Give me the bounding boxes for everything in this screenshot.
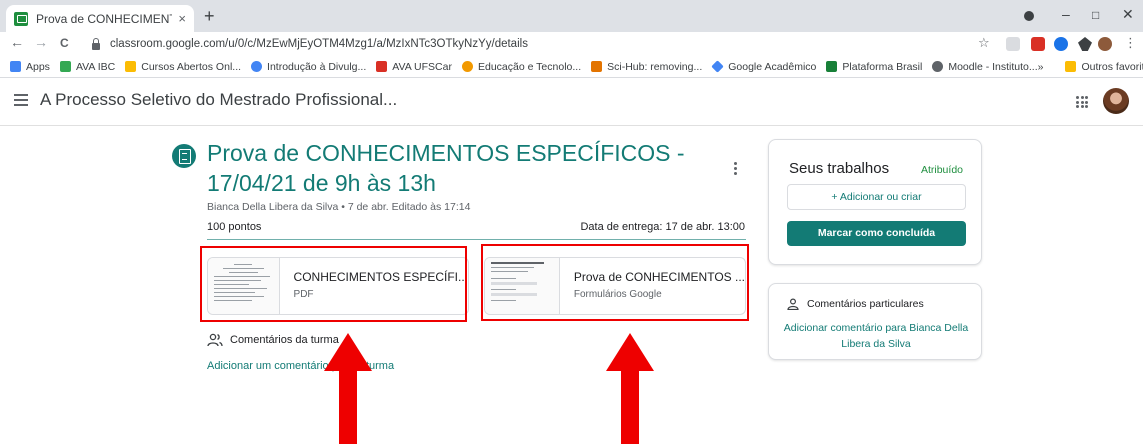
browser-menu-icon[interactable]: ⋮ — [1124, 35, 1137, 51]
bookmark-favicon-icon — [932, 61, 944, 72]
minimize-button[interactable]: – — [1062, 6, 1070, 22]
bookmark-label: AVA IBC — [75, 60, 116, 73]
bookmark-favicon-icon — [376, 61, 388, 72]
your-work-card: Seus trabalhos Atribuído + Adicionar ou … — [768, 139, 982, 265]
classroom-favicon-icon — [14, 11, 28, 26]
forward-button[interactable]: → — [34, 34, 48, 50]
bookmarks-overflow-button[interactable]: » — [1038, 61, 1044, 73]
bookmark-favicon-icon — [826, 61, 838, 72]
bookmark-favicon-icon — [461, 61, 473, 72]
highlight-box-pdf — [200, 246, 467, 322]
profile-avatar-icon[interactable] — [1098, 37, 1112, 51]
assignment-icon — [172, 144, 196, 168]
google-apps-icon[interactable] — [1076, 96, 1088, 108]
add-private-comment-link[interactable]: Adicionar comentário para Bianca Della L… — [783, 320, 969, 352]
class-comments-label: Comentários da turma — [230, 334, 339, 346]
tab-title: Prova de CONHECIMENTOS ESPE — [36, 11, 172, 26]
bookmark-label: Educação e Tecnolo... — [477, 60, 582, 73]
reload-button[interactable]: C — [60, 36, 69, 50]
private-comments-title: Comentários particulares — [807, 298, 924, 310]
bookmark-item[interactable]: Moodle - Instituto... — [932, 60, 1038, 73]
bookmark-favicon-icon — [59, 61, 71, 72]
bookmarks-bar: Apps AVA IBC Cursos Abertos Onl... Intro… — [0, 56, 1143, 78]
browser-tab[interactable]: Prova de CONHECIMENTOS ESPE × — [6, 5, 194, 32]
assignment-meta: Bianca Della Libera da Silva • 7 de abr.… — [207, 201, 471, 213]
add-or-create-button[interactable]: + Adicionar ou criar — [787, 184, 966, 210]
lock-icon — [92, 37, 100, 50]
maximize-button[interactable]: □ — [1092, 8, 1099, 22]
browser-navbar: ← → C classroom.google.com/u/0/c/MzEwMjE… — [0, 32, 1143, 56]
other-bookmarks[interactable]: Outros favoritos — [1065, 61, 1143, 73]
bookmark-item[interactable]: Educação e Tecnolo... — [461, 60, 582, 73]
red-arrow-up-icon — [606, 333, 654, 444]
bookmark-star-icon[interactable]: ☆ — [978, 35, 990, 51]
assignment-title: Prova de CONHECIMENTOS ESPECÍFICOS - 17/… — [207, 140, 685, 196]
highlight-box-form — [481, 244, 749, 321]
extension-icon[interactable] — [1031, 37, 1045, 51]
bookmark-item[interactable]: Google Acadêmico — [711, 60, 817, 73]
bookmark-label: Moodle - Instituto... — [948, 60, 1038, 73]
class-title[interactable]: A Processo Seletivo do Mestrado Profissi… — [40, 90, 397, 110]
bookmark-label: Google Acadêmico — [728, 60, 817, 73]
person-icon — [787, 298, 799, 310]
bookmark-item[interactable]: AVA IBC — [59, 60, 116, 73]
divider — [207, 239, 746, 240]
mark-as-done-button[interactable]: Marcar como concluída — [787, 221, 966, 246]
bookmark-item[interactable]: AVA UFSCar — [376, 61, 452, 73]
classroom-header: A Processo Seletivo do Mestrado Profissi… — [0, 78, 1143, 126]
main-menu-icon[interactable] — [14, 94, 28, 109]
bookmark-label: Plataforma Brasil — [842, 60, 923, 73]
close-tab-icon[interactable]: × — [178, 11, 186, 26]
folder-icon — [1065, 61, 1077, 72]
extension-icon[interactable] — [1006, 37, 1020, 51]
bookmark-label: Apps — [26, 60, 50, 73]
back-button[interactable]: ← — [10, 34, 24, 50]
bookmark-item[interactable]: Sci-Hub: removing... — [591, 61, 702, 73]
your-work-title: Seus trabalhos — [789, 160, 890, 177]
bookmark-favicon-icon — [711, 60, 724, 73]
bookmark-item[interactable]: Cursos Abertos Onl... — [125, 61, 241, 73]
browser-tab-strip: Prova de CONHECIMENTOS ESPE × + – □ ✕ — [0, 0, 1143, 32]
bookmark-label: Sci-Hub: removing... — [607, 60, 703, 73]
people-icon — [207, 333, 223, 347]
bookmark-favicon-icon — [251, 61, 263, 72]
extension-icon[interactable] — [1054, 37, 1068, 51]
close-window-button[interactable]: ✕ — [1122, 6, 1134, 23]
status-badge: Atribuído — [920, 164, 963, 176]
bookmark-label: AVA UFSCar — [392, 60, 452, 73]
avatar[interactable] — [1103, 88, 1129, 114]
red-arrow-up-icon — [324, 333, 372, 444]
assignment-points: 100 pontos — [207, 221, 262, 233]
apps-grid-icon — [10, 61, 21, 72]
bookmark-item[interactable]: Plataforma Brasil — [826, 61, 922, 73]
bookmark-label: Introdução à Divulg... — [267, 60, 367, 73]
bookmark-item[interactable]: Introdução à Divulg... — [251, 61, 366, 73]
address-bar[interactable]: classroom.google.com/u/0/c/MzEwMjEyOTM4M… — [82, 33, 1002, 55]
bookmark-favicon-icon — [125, 61, 137, 72]
url-text: classroom.google.com/u/0/c/MzEwMjEyOTM4M… — [110, 38, 528, 50]
bookmark-favicon-icon — [591, 61, 603, 72]
new-tab-button[interactable]: + — [204, 6, 215, 27]
profile-dot-icon[interactable] — [1024, 11, 1034, 21]
private-comments-card: Comentários particulares Adicionar comen… — [768, 283, 982, 360]
more-options-icon[interactable] — [734, 162, 738, 177]
bookmark-label: Cursos Abertos Onl... — [141, 60, 242, 73]
bookmark-item[interactable]: Apps — [10, 61, 50, 73]
other-bookmarks-label: Outros favoritos — [1081, 60, 1143, 73]
due-date: Data de entrega: 17 de abr. 13:00 — [580, 221, 745, 233]
